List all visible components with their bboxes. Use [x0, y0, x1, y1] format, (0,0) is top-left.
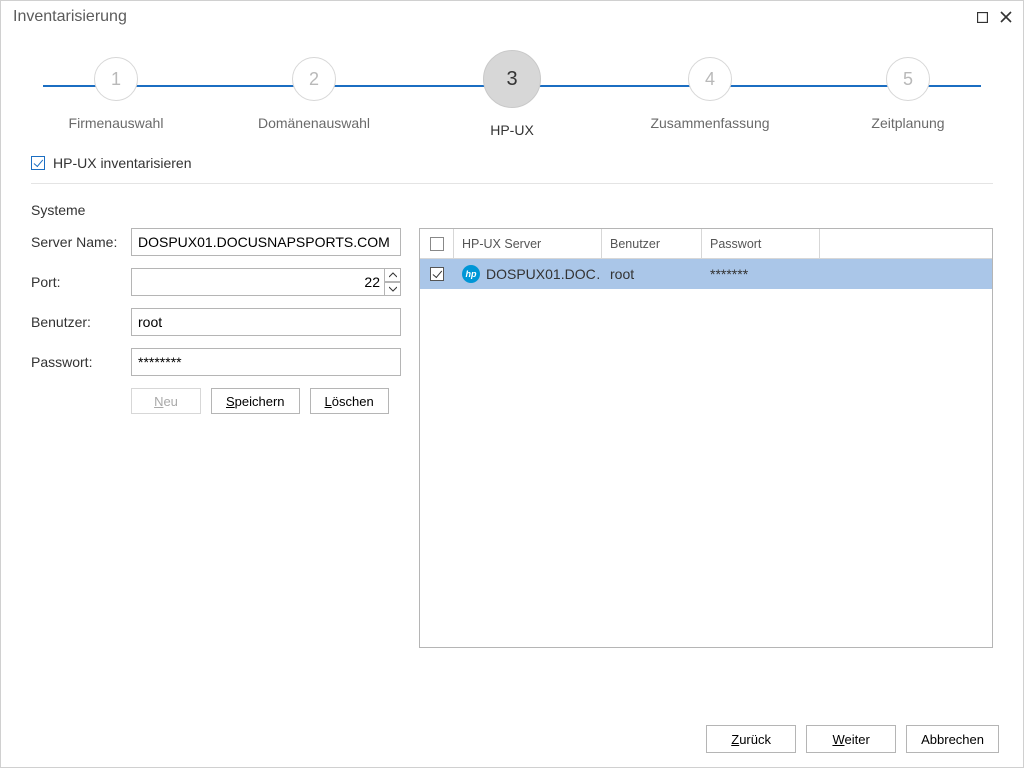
step-label: HP-UX [490, 122, 534, 138]
inventory-checkbox-label: HP-UX inventarisieren [53, 155, 192, 171]
step-label: Zeitplanung [871, 115, 944, 131]
port-input[interactable] [131, 268, 401, 296]
titlebar: Inventarisierung [1, 1, 1023, 33]
table-header: HP-UX Server Benutzer Passwort [420, 229, 992, 259]
delete-button[interactable]: Löschen [310, 388, 389, 414]
window-title: Inventarisierung [13, 8, 127, 26]
back-button[interactable]: Zurück [706, 725, 796, 753]
close-icon[interactable] [997, 8, 1015, 26]
step-2[interactable]: 2 Domänenauswahl [229, 57, 399, 138]
row-checkbox[interactable] [430, 267, 444, 281]
user-label: Benutzer: [31, 314, 131, 330]
th-server[interactable]: HP-UX Server [454, 229, 602, 258]
step-circle: 5 [886, 57, 930, 101]
wizard-footer: Zurück Weiter Abbrechen [706, 725, 999, 753]
section-title-systeme: Systeme [31, 202, 993, 218]
th-spacer [820, 229, 992, 258]
table-header-checkbox[interactable] [430, 237, 444, 251]
wizard-stepper: 1 Firmenauswahl 2 Domänenauswahl 3HP-UX 4 Zusa… [31, 57, 993, 137]
step-circle: 2 [292, 57, 336, 101]
port-label: Port: [31, 274, 131, 290]
step-circle: 4 [688, 57, 732, 101]
maximize-icon[interactable] [973, 8, 991, 26]
port-spinner [384, 269, 400, 295]
table-body: hp DOSPUX01.DOC…root******* [420, 259, 992, 647]
server-name-input[interactable] [131, 228, 401, 256]
inventory-checkbox-row: HP-UX inventarisieren [31, 155, 993, 184]
th-user[interactable]: Benutzer [602, 229, 702, 258]
systems-table: HP-UX Server Benutzer Passwort hp DOSPUX0… [419, 228, 993, 648]
step-label: Domänenauswahl [258, 115, 370, 131]
step-label: Zusammenfassung [650, 115, 769, 131]
step-label: Firmenauswahl [69, 115, 164, 131]
step-circle: 1 [94, 57, 138, 101]
hp-icon: hp [462, 265, 480, 283]
cancel-button[interactable]: Abbrechen [906, 725, 999, 753]
password-input[interactable] [131, 348, 401, 376]
step-circle: 3 [483, 50, 541, 108]
password-label: Passwort: [31, 354, 131, 370]
wizard-window: Inventarisierung 1 Firmenauswahl 2 Domänena… [0, 0, 1024, 768]
form-column: Server Name: Port: Benutzer: [31, 228, 401, 648]
inventory-checkbox[interactable] [31, 156, 45, 170]
titlebar-controls [973, 8, 1015, 26]
port-spinner-down[interactable] [384, 282, 400, 295]
new-button: Neu [131, 388, 201, 414]
row-user: root [602, 266, 702, 282]
th-password[interactable]: Passwort [702, 229, 820, 258]
table-row[interactable]: hp DOSPUX01.DOC…root******* [420, 259, 992, 289]
port-spinner-up[interactable] [384, 269, 400, 282]
row-server: DOSPUX01.DOC… [486, 266, 602, 282]
row-password: ******* [702, 266, 820, 282]
step-4[interactable]: 4 Zusammenfassung [625, 57, 795, 138]
step-5[interactable]: 5 Zeitplanung [823, 57, 993, 138]
user-input[interactable] [131, 308, 401, 336]
step-1[interactable]: 1 Firmenauswahl [31, 57, 201, 138]
step-3[interactable]: 3HP-UX [427, 57, 597, 138]
server-name-label: Server Name: [31, 234, 131, 250]
save-button[interactable]: Speichern [211, 388, 300, 414]
next-button[interactable]: Weiter [806, 725, 896, 753]
